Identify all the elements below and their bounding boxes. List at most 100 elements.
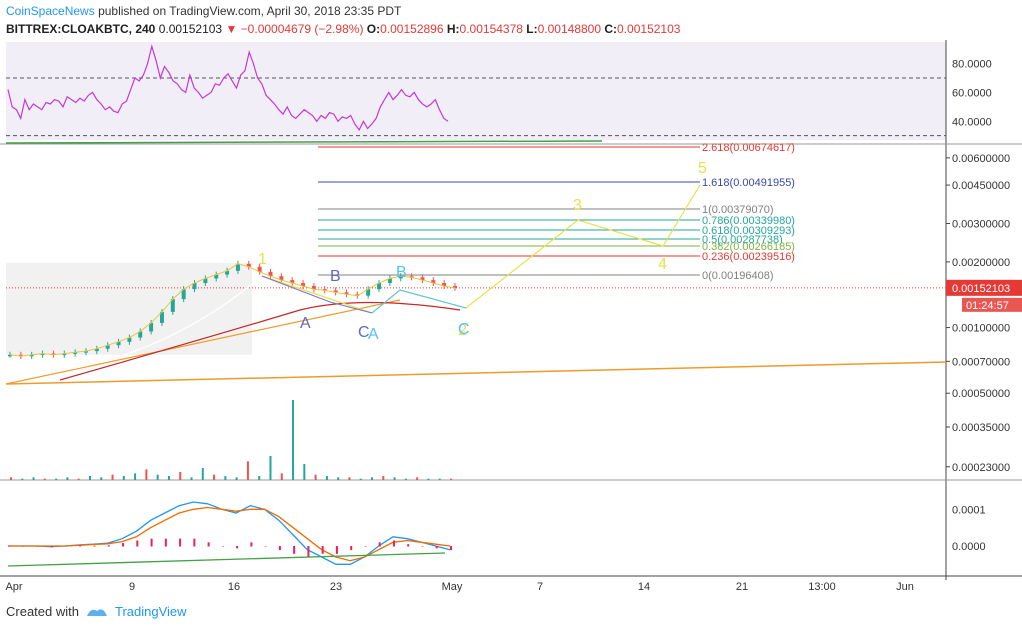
fib-level-label: 0(0.00196408) [702,270,774,282]
macd-histogram-bar [293,546,296,554]
macd-histogram-bar [421,546,424,547]
volume-bar [348,477,351,480]
tradingview-link[interactable]: TradingView [115,604,187,619]
fib-level-label: 1.618(0.00491955) [702,177,795,189]
elliott-wave-path [261,184,701,314]
time-tick-label: 21 [736,581,748,593]
macd-histogram-bar [122,543,125,547]
volume-bar [66,477,69,480]
price-tick-label: 0.00050000 [952,388,1010,400]
created-with-text: Created with [6,604,79,619]
volume-bar [393,477,396,480]
volume-bar [134,473,137,480]
volume-bar [111,474,114,480]
open-label: O: [366,22,381,36]
wave-label: A [300,315,311,332]
volume-bar [43,478,46,480]
macd-histogram-bar [79,545,82,547]
volume-bar [450,478,452,480]
wave-label: 5 [698,160,707,177]
abc-wave-path [371,289,467,314]
macd-histogram-bar [93,545,96,547]
volume-bar [21,478,24,480]
volume-bar [359,478,362,480]
volume-bar [145,469,148,480]
price-tick-label: 0.00035000 [952,422,1010,434]
rsi-tick-label: 60.0000 [952,87,992,99]
wave-label: B [396,264,407,281]
macd-histogram-bar [8,546,10,547]
macd-histogram-bar [36,546,39,547]
volume-bar [371,477,374,480]
volume-bar [201,468,204,480]
macd-histogram-bar [207,542,210,547]
support-trendline [5,361,947,385]
time-tick-label: May [442,581,463,593]
volume-bar [190,477,193,480]
macd-tick-label: 0.0001 [952,504,986,516]
fib-level-label: 2.618(0.00674617) [702,142,795,154]
price-tick-label: 0.00600000 [952,153,1010,165]
volume-bar [269,456,272,480]
time-tick-label: Apr [5,581,22,593]
macd-histogram-bar [107,545,110,547]
price-tick-label: 0.00200000 [952,257,1010,269]
macd-histogram-bar [264,546,267,547]
volume-bar [179,472,182,480]
low-label: L: [526,22,538,36]
macd-histogram-bar [150,538,153,547]
rsi-tick-label: 80.0000 [952,59,992,71]
macd-histogram-bar [193,538,196,547]
volume-bar [32,477,35,480]
high-label: H: [446,22,460,36]
macd-histogram-bar [321,546,324,554]
volume-bar [122,476,125,480]
time-tick-label: 13:00 [808,581,836,593]
wave-label: C [458,321,470,338]
macd-histogram-bar [22,546,25,547]
volume-bar [337,477,340,480]
time-tick-label: 7 [537,581,543,593]
price-tick-label: 0.00070000 [952,356,1010,368]
author-link[interactable]: CoinSpaceNews [6,4,95,18]
tradingview-logo-icon [86,608,107,616]
volume-bar [416,477,419,480]
open-value: 0.00152896 [380,22,444,36]
publish-text: published on TradingView.com, April 30, … [98,4,402,18]
macd-histogram-bar [221,546,224,547]
down-arrow-icon: ▼ [225,22,238,36]
volume-bar [88,476,91,480]
macd-histogram-bar [350,546,353,551]
volume-bar [235,477,238,480]
wave-label: 3 [573,197,582,214]
close-label: C: [604,22,618,36]
price-tick-label: 0.00450000 [952,180,1010,192]
wave-label: A [368,326,379,343]
macd-histogram-bar [335,546,338,554]
rsi-tick-label: 40.0000 [952,116,992,128]
fib-level-label: 0.236(0.00239516) [702,251,795,263]
volume-bar [382,476,385,480]
footer: Created with TradingView [6,604,187,619]
time-tick-label: 16 [228,581,240,593]
chart-area[interactable]: 80.000060.000040.00000.006000000.0045000… [0,40,1022,600]
volume-bar [438,478,441,480]
close-value: 0.00152103 [617,22,681,36]
wave-label: B [330,268,341,285]
macd-histogram-bar [364,546,367,547]
volume-bar [167,476,170,480]
volume-bar [303,464,306,480]
price-change: −0.00004679 (−2.98%) [240,22,364,36]
rsi-trendline [5,140,603,144]
volume-bar [314,474,317,480]
macd-histogram-bar [179,538,182,547]
wave-label: 4 [658,256,667,273]
macd-histogram-bar [164,538,167,547]
macd-histogram-bar [236,546,239,549]
macd-histogram-bar [435,546,438,549]
macd-histogram-bar [307,546,310,558]
volume-bar [213,474,216,480]
macd-tick-label: 0.0000 [952,541,986,553]
high-value: 0.00154378 [459,22,523,36]
volume-bar [280,473,283,480]
